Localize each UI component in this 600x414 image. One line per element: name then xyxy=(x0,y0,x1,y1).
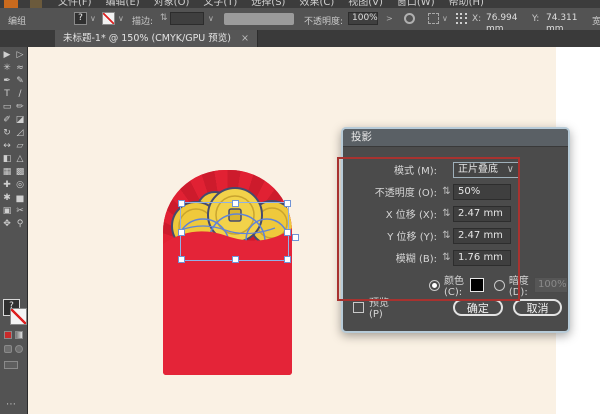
preview-checkbox[interactable] xyxy=(353,301,364,313)
selection-handle[interactable] xyxy=(232,200,239,207)
dialog-title[interactable]: 投影 xyxy=(343,129,568,147)
perspective-grid-tool[interactable]: △ xyxy=(14,153,27,166)
screen-mode-icon[interactable] xyxy=(15,345,23,353)
cancel-button[interactable]: 取消 xyxy=(513,298,562,316)
stroke-weight-field[interactable] xyxy=(170,12,204,25)
color-button[interactable] xyxy=(4,331,12,339)
opacity-more-icon[interactable]: > xyxy=(386,14,393,23)
direct-selection-tool[interactable]: ▷ xyxy=(14,49,27,62)
chevron-down-icon[interactable]: ∨ xyxy=(90,14,96,23)
menu-item[interactable]: 对象(O) xyxy=(154,0,190,8)
gradient-button[interactable] xyxy=(15,331,23,339)
line-segment-tool[interactable]: ∕ xyxy=(14,88,27,101)
chevron-down-icon[interactable]: ∨ xyxy=(118,14,124,23)
brush-definition-dropdown[interactable] xyxy=(224,13,294,25)
menu-item[interactable]: 选择(S) xyxy=(251,0,285,8)
menu-bar: 文件(F) 编辑(E) 对象(O) 文字(T) 选择(S) 效果(C) 视图(V) 窗口(W)… xyxy=(0,0,600,8)
selection-handle[interactable] xyxy=(178,229,185,236)
stepper-icon[interactable]: ⇅ xyxy=(160,13,168,23)
graph-tool[interactable]: ▅ xyxy=(14,192,27,205)
type-tool[interactable]: T xyxy=(1,88,14,101)
rectangle-tool[interactable]: ▭ xyxy=(1,101,14,114)
zoom-tool[interactable]: ⚲ xyxy=(14,218,27,231)
selection-tool[interactable]: ▶ xyxy=(1,49,14,62)
selection-handle[interactable] xyxy=(178,256,185,263)
screen-mode-row xyxy=(4,361,18,369)
selection-type-label: 编组 xyxy=(8,17,27,27)
red-annotation-rectangle xyxy=(337,157,520,301)
scale-tool[interactable]: ◿ xyxy=(14,127,27,140)
lasso-tool[interactable]: ≈ xyxy=(14,62,27,75)
selection-handle[interactable] xyxy=(284,200,291,207)
free-transform-tool[interactable]: ▱ xyxy=(14,140,27,153)
menu-item[interactable]: 帮助(H) xyxy=(449,0,484,8)
shape-builder-tool[interactable]: ◧ xyxy=(1,153,14,166)
y-label: Y: xyxy=(532,14,540,24)
chevron-down-icon[interactable]: ∨ xyxy=(442,14,448,23)
app-logo-icon xyxy=(4,0,18,8)
chevron-down-icon[interactable]: ∨ xyxy=(208,14,214,23)
document-tab[interactable]: 未标题-1* @ 150% (CMYK/GPU 预览) × xyxy=(55,30,258,47)
pen-tool[interactable]: ✒ xyxy=(1,75,14,88)
width-tool[interactable]: ↔ xyxy=(1,140,14,153)
control-bar: 编组 ? ∨ ∨ 描边: ⇅ ∨ 不透明度: 100% > ∨ X: 76.99… xyxy=(0,8,600,34)
tool-grid: ▶ ▷ ✳ ≈ ✒ ✎ T ∕ ▭ ✏ ✐ ◪ ↻ ◿ ↔ ▱ ◧ △ ▦ ▩ ✚ ◎ ✱ ▅ ▣ ✂ ✥ ⚲ xyxy=(0,47,27,231)
shaper-tool[interactable]: ✐ xyxy=(1,114,14,127)
curvature-tool[interactable]: ✎ xyxy=(14,75,27,88)
gradient-tool[interactable]: ▩ xyxy=(14,166,27,179)
anchor-point-handle[interactable] xyxy=(292,234,299,241)
x-value-field[interactable]: 76.994 mm xyxy=(482,12,528,34)
document-tab-title: 未标题-1* @ 150% (CMYK/GPU 预览) xyxy=(63,33,231,44)
menu-item[interactable]: 视图(V) xyxy=(348,0,383,8)
menu-item[interactable]: 效果(C) xyxy=(299,0,334,8)
stroke-weight-label: 描边: xyxy=(132,17,154,27)
mesh-tool[interactable]: ▦ xyxy=(1,166,14,179)
selection-handle[interactable] xyxy=(178,200,185,207)
eyedropper-tool[interactable]: ✚ xyxy=(1,179,14,192)
menu-item[interactable]: 编辑(E) xyxy=(106,0,140,8)
fill-color-swatch[interactable]: ? xyxy=(74,12,87,25)
blend-tool[interactable]: ◎ xyxy=(14,179,27,192)
document-tab-bar: 未标题-1* @ 150% (CMYK/GPU 预览) × xyxy=(0,30,600,47)
stroke-color-swatch[interactable] xyxy=(102,12,115,25)
eraser-tool[interactable]: ◪ xyxy=(14,114,27,127)
reference-point-selector[interactable] xyxy=(455,12,468,25)
selection-bounding-box xyxy=(178,200,291,263)
close-tab-icon[interactable]: × xyxy=(241,33,249,44)
hand-tool[interactable]: ✥ xyxy=(1,218,14,231)
menu-item[interactable]: 窗口(W) xyxy=(397,0,435,8)
paintbrush-tool[interactable]: ✏ xyxy=(14,101,27,114)
symbol-sprayer-tool[interactable]: ✱ xyxy=(1,192,14,205)
stroke-proxy-swatch[interactable] xyxy=(10,308,27,325)
tools-panel: ▶ ▷ ✳ ≈ ✒ ✎ T ∕ ▭ ✏ ✐ ◪ ↻ ◿ ↔ ▱ ◧ △ ▦ ▩ ✚ ◎ ✱ ▅ ▣ ✂ ✥ ⚲ ? ⋯ xyxy=(0,47,28,414)
edit-toolbar-ellipsis-icon[interactable]: ⋯ xyxy=(6,399,16,410)
draw-mode-icon[interactable] xyxy=(4,345,12,353)
home-icon[interactable] xyxy=(30,0,42,8)
artboard-tool[interactable]: ▣ xyxy=(1,205,14,218)
opacity-label: 不透明度: xyxy=(304,17,344,27)
opacity-field[interactable]: 100% xyxy=(348,12,378,25)
change-screen-mode-icon[interactable] xyxy=(4,361,18,369)
selection-handle[interactable] xyxy=(284,229,291,236)
x-label: X: xyxy=(472,14,482,24)
selection-handle[interactable] xyxy=(232,256,239,263)
menu-item[interactable]: 文字(T) xyxy=(203,0,237,8)
darkness-field-disabled: 100% xyxy=(534,277,568,293)
recolor-artwork-icon[interactable] xyxy=(404,13,415,24)
y-value-field[interactable]: 74.311 mm xyxy=(542,12,588,34)
draw-mode-buttons xyxy=(4,345,23,353)
menu-items: 文件(F) 编辑(E) 对象(O) 文字(T) 选择(S) 效果(C) 视图(V) 窗口(W)… xyxy=(58,0,498,8)
menu-item[interactable]: 文件(F) xyxy=(58,0,92,8)
rotate-tool[interactable]: ↻ xyxy=(1,127,14,140)
align-options-icon[interactable] xyxy=(428,13,439,24)
color-type-buttons xyxy=(4,331,23,339)
fill-stroke-indicator: ? xyxy=(3,299,27,325)
selection-handle[interactable] xyxy=(284,256,291,263)
width-label: 宽: xyxy=(592,17,600,27)
ok-button[interactable]: 确定 xyxy=(452,298,504,316)
magic-wand-tool[interactable]: ✳ xyxy=(1,62,14,75)
slice-tool[interactable]: ✂ xyxy=(14,205,27,218)
